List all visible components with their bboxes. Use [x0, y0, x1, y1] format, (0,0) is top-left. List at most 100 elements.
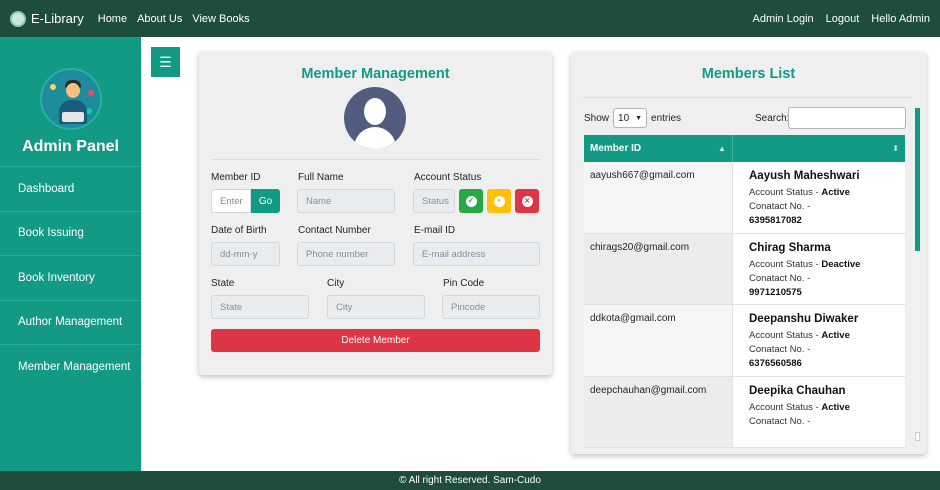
status-prefix: Account Status - [749, 187, 819, 198]
decor-dot-icon [49, 84, 56, 90]
nav-about-link[interactable]: About Us [137, 13, 182, 25]
sidebar-item-author-management[interactable]: Author Management [0, 299, 141, 345]
pause-button[interactable]: ⏸ [487, 189, 511, 213]
details-column-header[interactable]: ⬍ [733, 135, 905, 162]
state-label: State [211, 278, 235, 289]
member-id-input[interactable]: Enter [211, 189, 251, 213]
search-label: Search: [755, 113, 790, 124]
nav-home-link[interactable]: Home [98, 13, 127, 25]
table-row: ddkota@gmail.com Deepanshu Diwaker Accou… [584, 305, 905, 377]
status-value: Active [821, 330, 850, 341]
divider [583, 97, 912, 98]
table-row: aayush667@gmail.com Aayush Maheshwari Ac… [584, 162, 905, 234]
table-row: deepchauhan@gmail.com Deepika Chauhan Ac… [584, 376, 905, 448]
footer-text: © All right Reserved. Sam-Cudo [399, 475, 541, 486]
go-button[interactable]: Go [251, 189, 280, 213]
member-name: Deepanshu Diwaker [749, 313, 859, 325]
full-name-label: Full Name [298, 172, 344, 183]
state-input[interactable]: State [211, 295, 309, 319]
sidebar-item-member-management[interactable]: Member Management [0, 344, 141, 389]
member-details-cell: Deepika Chauhan Account Status - Active … [733, 376, 905, 447]
members-list-title: Members List [701, 66, 796, 82]
decor-dot-icon [87, 90, 94, 96]
status-value: Active [821, 401, 850, 413]
member-details-cell: Chirag Sharma Account Status - Deactive … [733, 233, 905, 304]
table-scrollbar-thumb[interactable] [915, 108, 920, 251]
sort-asc-icon: ▲ [718, 144, 726, 153]
sidebar-item-book-issuing[interactable]: Book Issuing [0, 210, 141, 256]
entries-control: Show 10 ▼ entries [584, 108, 681, 128]
chevron-down-icon: ▼ [635, 114, 643, 122]
activate-button[interactable]: ✓ [459, 189, 483, 213]
search-input[interactable] [788, 107, 906, 129]
full-name-input[interactable]: Name [297, 189, 395, 213]
members-table-body: aayush667@gmail.com Aayush Maheshwari Ac… [584, 162, 905, 448]
member-details-cell: Deepanshu Diwaker Account Status - Activ… [733, 305, 905, 376]
admin-avatar [39, 68, 102, 130]
member-name: Chirag Sharma [749, 241, 831, 254]
delete-member-button[interactable]: Delete Member [211, 329, 540, 352]
sidebar-toggle-button[interactable]: ☰ [151, 47, 180, 77]
nav-admin-login-link[interactable]: Admin Login [752, 13, 813, 25]
member-name: Deepika Chauhan [749, 384, 846, 397]
close-icon: ✕ [521, 195, 533, 207]
contact-value: 6395817082 [749, 215, 802, 226]
city-label: City [327, 278, 345, 289]
check-icon: ✓ [465, 195, 477, 207]
member-id-cell: chirags20@gmail.com [584, 233, 733, 304]
pin-input[interactable]: Pincode [442, 295, 540, 319]
email-label: E-mail ID [414, 225, 456, 236]
email-input[interactable]: E-mail address [413, 242, 540, 266]
deactivate-button[interactable]: ✕ [515, 189, 539, 213]
table-scrollbar-end [915, 432, 920, 441]
sidebar-item-dashboard[interactable]: Dashboard [0, 166, 141, 211]
member-id-cell: deepchauhan@gmail.com [584, 376, 733, 447]
contact-prefix: Conatact No. - [749, 201, 811, 212]
dob-input[interactable]: dd-mm-y [211, 242, 280, 266]
city-input[interactable]: City [327, 295, 425, 319]
member-management-title: Member Management [301, 66, 450, 82]
member-id-column-header[interactable]: Member ID ▲ [584, 135, 733, 162]
contact-label: Contact Number [298, 225, 371, 236]
show-label: Show [584, 112, 610, 124]
contact-input[interactable]: Phone number [297, 242, 395, 266]
member-id-cell: aayush667@gmail.com [584, 162, 733, 233]
status-value: Deactive [821, 258, 861, 270]
contact-prefix: Conatact No. - [749, 415, 811, 427]
status-value: Active [821, 187, 850, 198]
nav-hello-admin-link[interactable]: Hello Admin [871, 13, 930, 25]
entries-label: entries [651, 112, 682, 124]
nav-view-books-link[interactable]: View Books [192, 13, 249, 25]
pause-icon: ⏸ [493, 195, 505, 207]
status-prefix: Account Status - [749, 330, 819, 341]
table-header: Member ID ▲ ⬍ [584, 135, 905, 162]
user-profile-icon [344, 87, 406, 149]
member-management-card: Member Management Member ID Enter Go Ful… [199, 52, 552, 375]
sidebar-menu: Dashboard Book Issuing Book Inventory Au… [0, 166, 141, 389]
entries-select[interactable]: 10 ▼ [613, 108, 648, 128]
sidebar: Admin Panel Dashboard Book Issuing Book … [0, 37, 141, 471]
nav-logout-link[interactable]: Logout [826, 13, 860, 25]
footer: © All right Reserved. Sam-Cudo [0, 471, 940, 490]
status-prefix: Account Status - [749, 401, 819, 413]
member-id-cell: ddkota@gmail.com [584, 305, 733, 376]
table-row: chirags20@gmail.com Chirag Sharma Accoun… [584, 233, 905, 305]
pin-label: Pin Code [443, 278, 485, 289]
divider [211, 159, 540, 160]
member-id-label: Member ID [211, 172, 261, 183]
account-status-input[interactable]: Status [413, 189, 455, 213]
brand-name: E-Library [31, 11, 84, 26]
status-prefix: Account Status - [749, 258, 819, 270]
member-name: Aayush Maheshwari [749, 170, 860, 182]
sidebar-item-book-inventory[interactable]: Book Inventory [0, 255, 141, 300]
nav-right-group: Admin Login Logout Hello Admin [740, 13, 930, 25]
library-logo-icon [10, 10, 26, 27]
contact-prefix: Conatact No. - [749, 272, 811, 284]
account-status-label: Account Status [414, 172, 482, 183]
contact-value: 9971210575 [749, 286, 802, 298]
members-list-card: Members List Show 10 ▼ entries Search: M… [571, 52, 926, 454]
dob-label: Date of Birth [211, 225, 267, 236]
brand[interactable]: E-Library [10, 10, 84, 27]
top-navbar: E-Library Home About Us View Books Admin… [0, 0, 940, 37]
column-header-label: Member ID [590, 143, 642, 154]
